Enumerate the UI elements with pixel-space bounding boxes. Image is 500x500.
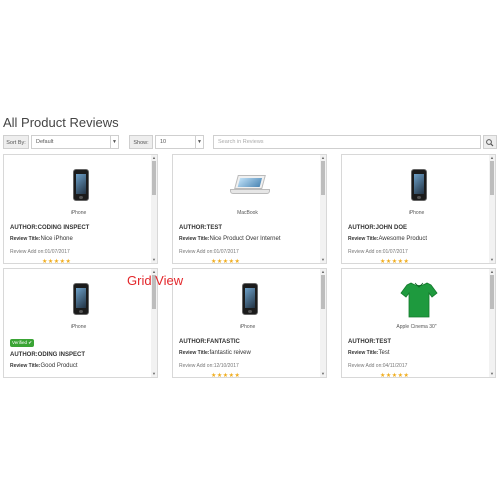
scrollbar[interactable]: ▲ ▼ [489,155,495,263]
product-name[interactable]: iPhone [4,324,153,330]
rating-stars: ★★★★★ [211,259,241,264]
review-card: iPhone AUTHOR:JOHN DOE Review Title:Awes… [341,154,496,264]
check-icon: ✔ [28,340,33,345]
show-value: 10 [160,139,167,145]
verified-badge: Verified ✔ [10,339,35,347]
iphone-icon[interactable] [72,283,89,315]
tshirt-icon[interactable] [399,279,439,324]
scrollbar[interactable]: ▲ ▼ [320,269,326,377]
review-date: Review Add on:01/07/2017 [348,249,408,255]
review-title: Review Title:Nice iPhone [10,236,73,242]
review-card: iPhone AUTHOR:FANTASTIC Review Title:fan… [172,268,327,378]
search-icon [486,139,494,147]
product-name[interactable]: iPhone [173,324,322,330]
review-title: Review Title:Good Product [10,363,78,369]
review-author: AUTHOR:JOHN DOE [348,225,408,231]
iphone-icon[interactable] [241,283,258,315]
chevron-down-icon: ▼ [195,136,203,148]
iphone-icon[interactable] [72,169,89,201]
search-input[interactable]: Search in Reviews [213,135,481,149]
scrollbar[interactable]: ▲ ▼ [489,269,495,377]
review-date: Review Add on:01/07/2017 [10,249,70,255]
rating-stars: ★★★★★ [380,259,410,264]
iphone-icon[interactable] [410,169,427,201]
review-author: AUTHOR:TEST [179,225,222,231]
chevron-down-icon: ▼ [110,136,118,148]
product-name[interactable]: iPhone [342,210,491,216]
rating-stars: ★★★★★ [211,373,241,378]
page-title: All Product Reviews [3,115,119,130]
product-name[interactable]: iPhone [4,210,153,216]
macbook-icon[interactable] [229,175,270,197]
review-author: AUTHOR:FANTASTIC [179,339,240,345]
review-date: Review Add on:01/07/2017 [179,249,239,255]
review-author: AUTHOR:ODING INSPECT [10,352,85,358]
review-date: Review Add on:12/10/2017 [179,363,239,369]
review-card: MacBook AUTHOR:TEST Review Title:Nice Pr… [172,154,327,264]
rating-stars: ★★★★★ [380,373,410,378]
show-label: Show: [129,135,153,149]
show-select[interactable]: 10 ▼ [155,135,204,149]
grid-view-label: Grid View [127,273,184,288]
product-name[interactable]: MacBook [173,210,322,216]
review-author: AUTHOR:CODING INSPECT [10,225,90,231]
sort-value: Default [36,139,54,145]
scrollbar[interactable]: ▲ ▼ [151,155,157,263]
review-card: iPhone AUTHOR:CODING INSPECT Review Titl… [3,154,158,264]
review-date: Review Add on:04/11/2017 [348,363,408,369]
review-author: AUTHOR:TEST [348,339,391,345]
sort-select[interactable]: Default ▼ [31,135,119,149]
search-button[interactable] [483,135,497,149]
review-title: Review Title:Awesome Product [348,236,428,242]
review-card: Apple Cinema 30" AUTHOR:TEST Review Titl… [341,268,496,378]
rating-stars: ★★★★★ [42,259,72,264]
review-title: Review Title:Nice Product Over Internet [179,236,281,242]
product-name[interactable]: Apple Cinema 30" [342,324,491,330]
scrollbar[interactable]: ▲ ▼ [320,155,326,263]
review-title: Review Title:fantastic reivew [179,350,251,356]
review-title: Review Title:Test [348,350,390,356]
review-toolbar: Sort By: Default ▼ Show: 10 ▼ Search in … [3,135,497,149]
sort-label: Sort By: [3,135,29,149]
